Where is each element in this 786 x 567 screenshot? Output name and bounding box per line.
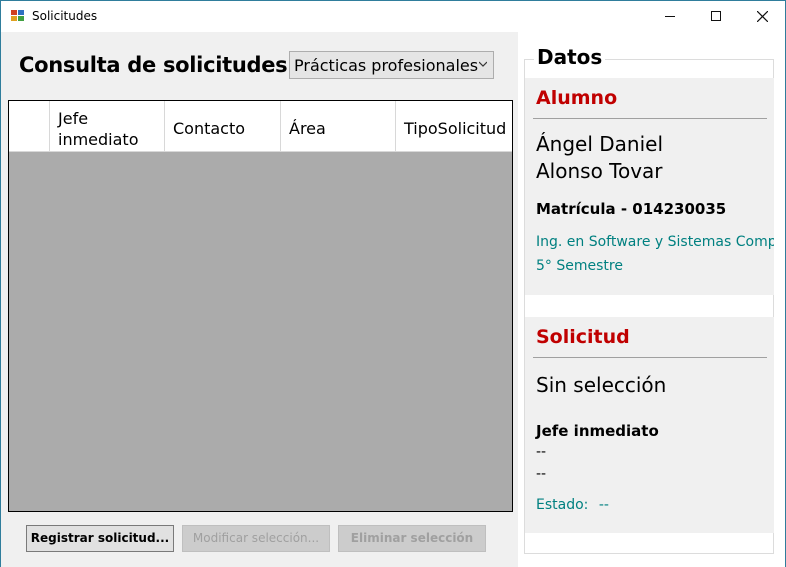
maximize-icon: [711, 11, 721, 21]
page-title: Consulta de solicitudes: [19, 53, 288, 77]
column-header-contacto[interactable]: Contacto: [165, 101, 281, 151]
grid-row-header-corner[interactable]: [9, 101, 50, 151]
close-icon: [756, 10, 768, 22]
student-semester: 5° Semestre: [536, 258, 623, 274]
minimize-icon: [665, 15, 675, 17]
status-value: --: [598, 497, 609, 513]
request-type-select[interactable]: Prácticas profesionales: [289, 51, 494, 79]
request-selection-status: Sin selección: [536, 373, 667, 397]
delete-selection-button[interactable]: Eliminar selección: [338, 525, 486, 552]
modify-selection-button[interactable]: Modificar selección...: [182, 525, 330, 552]
student-last-name: Alonso Tovar: [536, 159, 663, 183]
title-bar: Solicitudes: [1, 1, 785, 32]
request-panel: Solicitud Sin selección Jefe inmediato -…: [525, 317, 774, 533]
close-button[interactable]: [739, 1, 785, 31]
status-row: Estado: --: [536, 497, 609, 513]
request-divider: [533, 357, 767, 358]
requests-pane: Consulta de solicitudes Prácticas profes…: [1, 32, 518, 567]
request-heading: Solicitud: [536, 326, 630, 348]
grid-header: Jefe inmediato Contacto Área TipoSolicit…: [9, 101, 512, 152]
supervisor-value-2: --: [536, 466, 547, 482]
student-divider: [533, 118, 767, 119]
requests-grid[interactable]: Jefe inmediato Contacto Área TipoSolicit…: [8, 100, 513, 512]
chevron-down-icon: [479, 61, 487, 67]
student-id: Matrícula - 014230035: [536, 200, 727, 218]
supervisor-label: Jefe inmediato: [536, 422, 659, 440]
column-header-jefe[interactable]: Jefe inmediato: [50, 101, 165, 151]
column-header-tipo-solicitud[interactable]: TipoSolicitud: [396, 101, 512, 151]
details-group-title: Datos: [534, 45, 606, 69]
student-heading: Alumno: [536, 87, 618, 109]
student-panel: Alumno Ángel Daniel Alonso Tovar Matrícu…: [525, 78, 774, 295]
supervisor-value-1: --: [536, 444, 547, 460]
register-request-button[interactable]: Registrar solicitud...: [26, 525, 174, 552]
request-type-selected: Prácticas profesionales: [294, 56, 479, 75]
student-program: Ing. en Software y Sistemas Compu: [536, 234, 774, 250]
student-first-name: Ángel Daniel: [536, 132, 664, 156]
app-icon: [11, 10, 24, 22]
column-header-area[interactable]: Área: [281, 101, 396, 151]
status-label: Estado:: [536, 497, 589, 513]
minimize-button[interactable]: [647, 1, 693, 31]
maximize-button[interactable]: [693, 1, 739, 31]
window-title: Solicitudes: [32, 9, 98, 23]
